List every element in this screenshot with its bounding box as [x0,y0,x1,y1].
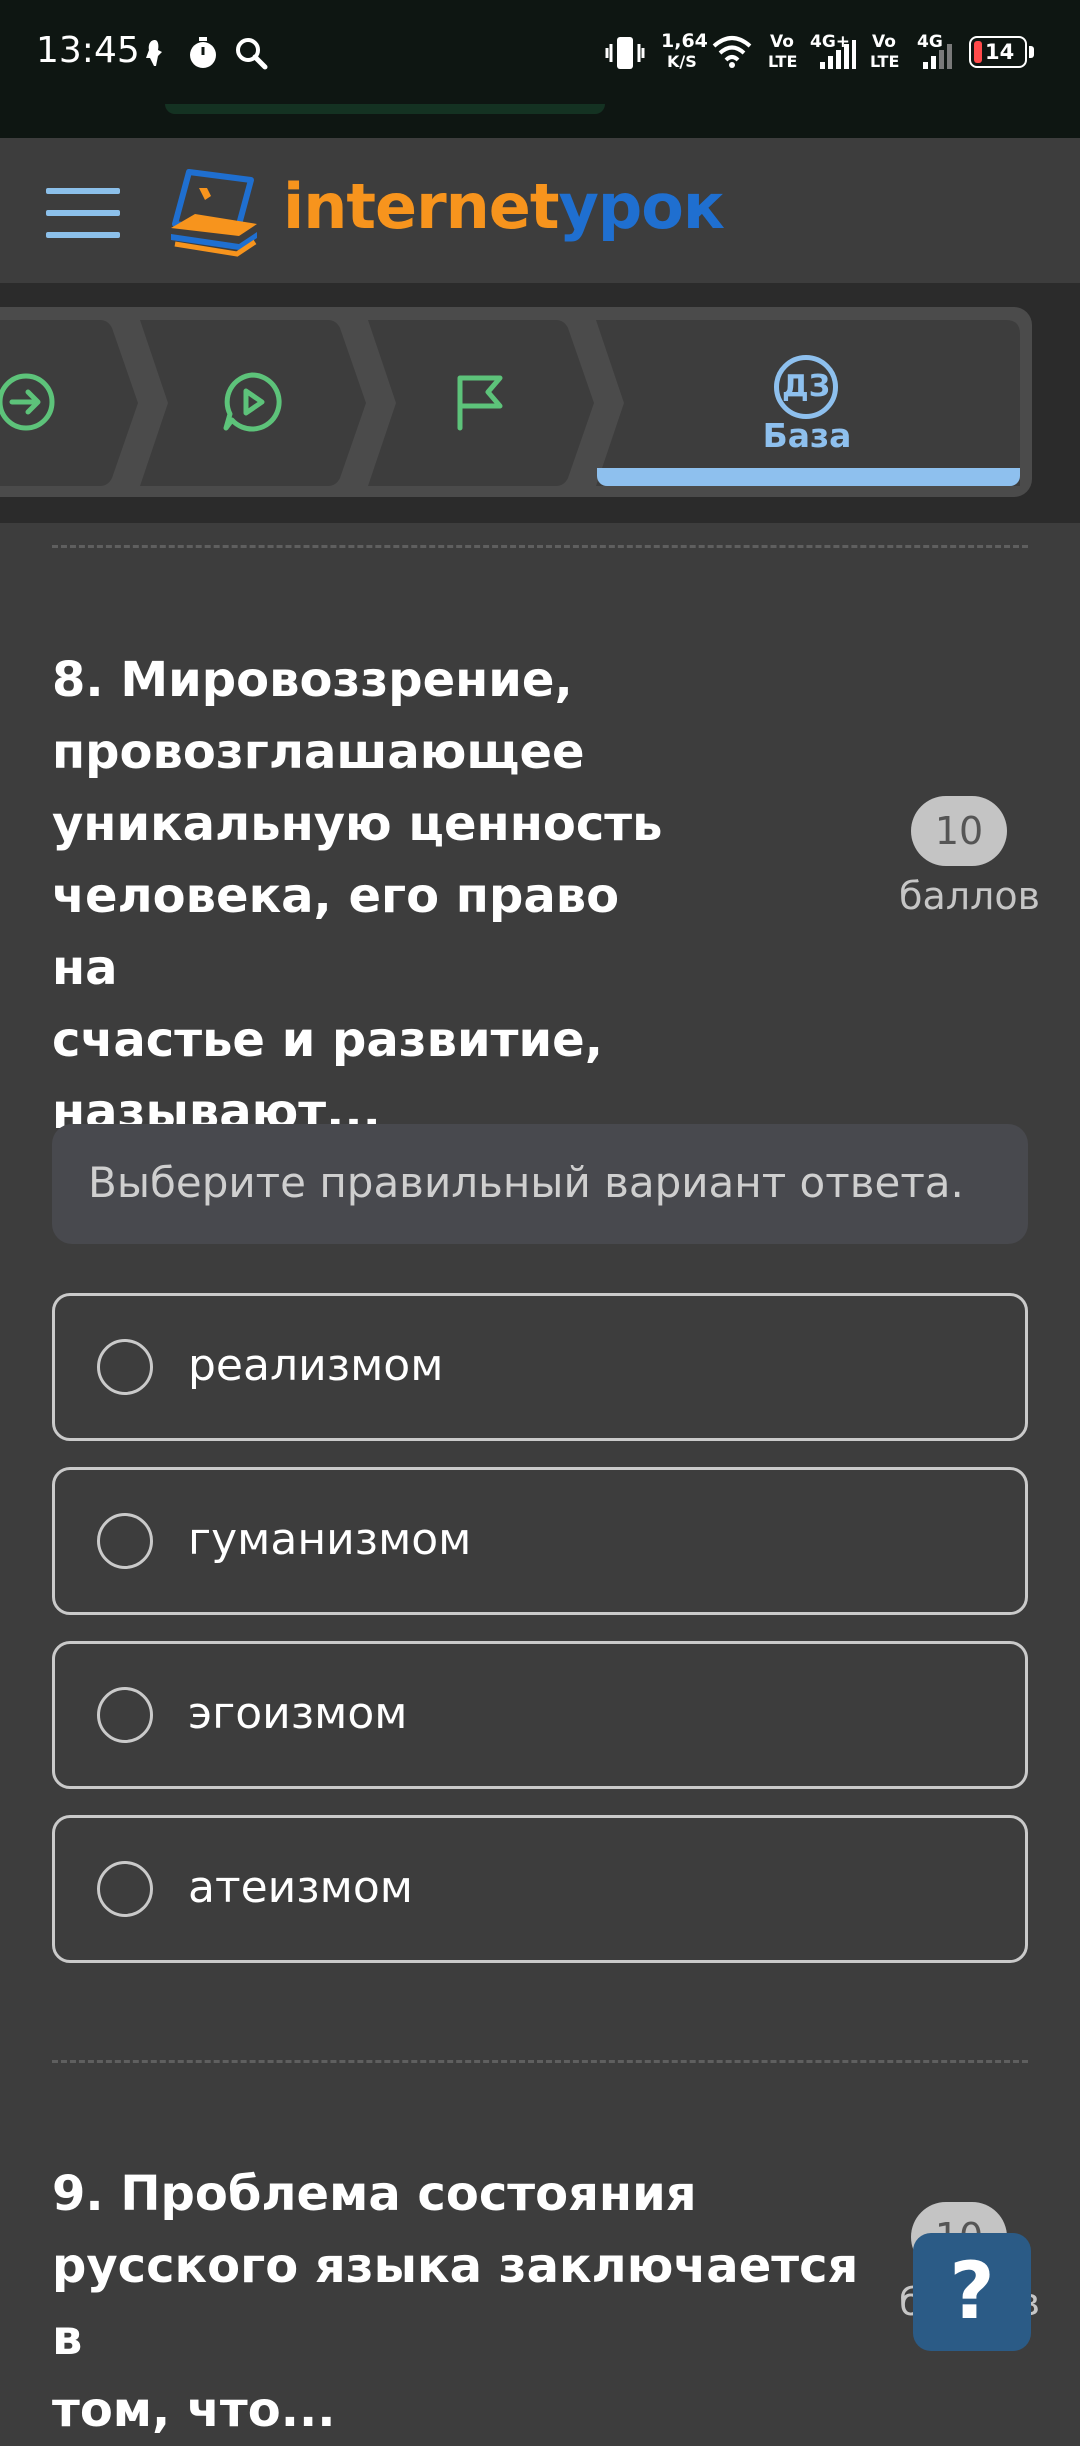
question-line: провозглашающее [52,724,585,780]
vibrate-icon [605,37,645,69]
question-line: русского языка заключается в [52,2238,859,2366]
network-speed-value: 1,64 [661,30,708,52]
battery-level [974,41,982,63]
question-line: том, что... [52,2382,336,2438]
play-chat-icon [223,372,282,432]
radio-button[interactable] [97,1339,153,1395]
logo-text-internet: internet [283,170,559,243]
answer-option-egoism[interactable]: эгоизмом [52,1641,1028,1789]
battery-icon: 14 [969,36,1027,68]
battery-tip [1029,46,1034,58]
signal-icon [820,40,856,69]
app-header: internetурок [0,140,1080,283]
question-line: 9. Проблема состояния [52,2166,697,2222]
lte-2: LTE [870,52,900,71]
lte-1: LTE [768,52,798,71]
score-badge: 10 [911,796,1007,866]
network-speed-unit: K/S [667,52,697,71]
arrow-circle-icon [0,373,55,431]
radio-button[interactable] [97,1861,153,1917]
instruction-box: Выберите правильный вариант ответа. [52,1124,1028,1244]
timer-icon [190,37,216,68]
question-line: счастье и развитие, [52,1012,603,1068]
answer-label: реализмом [188,1340,444,1391]
logo-icon [171,169,257,257]
status-bar: 13:45 1,64 K/S Vo LTE 4G+ Vo LTE 4G 14 [0,0,1080,138]
volte-2: Vo [872,32,896,52]
status-time: 13:45 [36,30,140,71]
menu-button[interactable] [46,188,120,240]
answer-option-realism[interactable]: реализмом [52,1293,1028,1441]
active-tab-indicator [597,468,1020,486]
tab-label-baza: База [762,416,852,455]
radio-button[interactable] [97,1687,153,1743]
battery-percent: 14 [985,40,1015,64]
question-9-text: 9. Проблема состояния русского языка зак… [52,2158,872,2446]
divider [52,2060,1028,2063]
score-unit: баллов [899,874,1040,918]
answer-option-humanism[interactable]: гуманизмом [52,1467,1028,1615]
search-icon [236,38,268,70]
bug-icon [146,40,162,66]
logo-text-urok: урок [558,170,724,243]
answer-label: атеизмом [188,1862,413,1913]
question-line: 8. Мировоззрение, [52,652,573,708]
homework-badge-icon: ДЗ [774,355,838,419]
hamburger-icon [46,188,120,194]
question-line: уникальную ценность [52,796,663,852]
question-8-text: 8. Мировоззрение, провозглашающее уникал… [52,644,692,1148]
divider [52,545,1028,548]
answer-option-atheism[interactable]: атеизмом [52,1815,1028,1963]
question-line: человека, его право на [52,868,620,996]
signal-icon [923,44,952,69]
logo[interactable]: internetурок [283,170,725,244]
hamburger-icon [46,232,120,238]
flag-icon [457,375,503,431]
answer-label: эгоизмом [188,1688,408,1739]
radio-button[interactable] [97,1513,153,1569]
wifi-icon [712,36,752,68]
help-button[interactable]: ? [913,2233,1031,2351]
instruction-text: Выберите правильный вариант ответа. [88,1158,964,1207]
answer-label: гуманизмом [188,1514,472,1565]
volte-1: Vo [770,32,794,52]
status-bar-pill [165,104,605,114]
hamburger-icon [46,210,120,216]
